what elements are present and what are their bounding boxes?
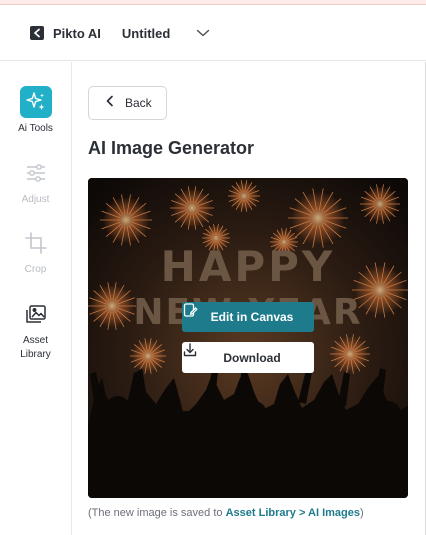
sidebar-item-ai-tools[interactable]: Ai Tools <box>0 86 71 136</box>
new-year-image-art: HAPPY NEW YEAR <box>88 178 408 498</box>
tool-sidebar: Ai Tools Adjust Crop Asset Library <box>0 62 72 535</box>
ai-tools-panel: Back AI Image Generator HAPPY NE <box>72 62 426 535</box>
brand-name: Pikto AI <box>53 25 101 41</box>
sparkles-icon <box>19 86 52 118</box>
sidebar-item-label: Adjust <box>21 194 50 205</box>
image-icon <box>20 298 52 330</box>
save-location-note: (The new image is saved to Asset Library… <box>88 507 364 519</box>
download-label: Download <box>223 350 281 365</box>
image-text-happy: HAPPY <box>161 242 336 291</box>
sidebar-item-label: Crop <box>24 264 47 275</box>
sliders-icon <box>20 157 52 189</box>
sidebar-item-label: Asset Library <box>20 335 51 360</box>
sidebar-item-crop[interactable]: Crop <box>0 227 71 277</box>
chevron-down-icon[interactable] <box>195 25 211 41</box>
page-title: AI Image Generator <box>88 138 255 158</box>
download-button[interactable]: Download <box>182 342 314 373</box>
app-header: Pikto AI Untitled <box>0 6 426 61</box>
sidebar-item-label: Ai Tools <box>18 123 53 134</box>
edit-in-canvas-button[interactable]: Edit in Canvas <box>182 302 314 332</box>
back-button[interactable]: Back <box>88 86 167 120</box>
sidebar-item-asset-library[interactable]: Asset Library <box>0 298 71 362</box>
note-suffix: ) <box>359 507 364 519</box>
sidebar-item-adjust[interactable]: Adjust <box>0 157 71 207</box>
document-title[interactable]: Untitled <box>122 26 170 41</box>
pikto-logo-icon[interactable] <box>29 25 45 41</box>
note-prefix: (The new image is saved to <box>88 507 226 519</box>
generated-image[interactable]: HAPPY NEW YEAR Edit in Canvas Download <box>88 178 408 498</box>
asset-library-link[interactable]: Asset Library > AI Images <box>226 507 360 519</box>
edit-in-canvas-label: Edit in Canvas <box>210 310 294 324</box>
top-accent-bar <box>0 0 426 5</box>
back-label: Back <box>125 96 152 110</box>
crop-icon <box>20 227 52 259</box>
chevron-left-icon <box>105 94 115 112</box>
